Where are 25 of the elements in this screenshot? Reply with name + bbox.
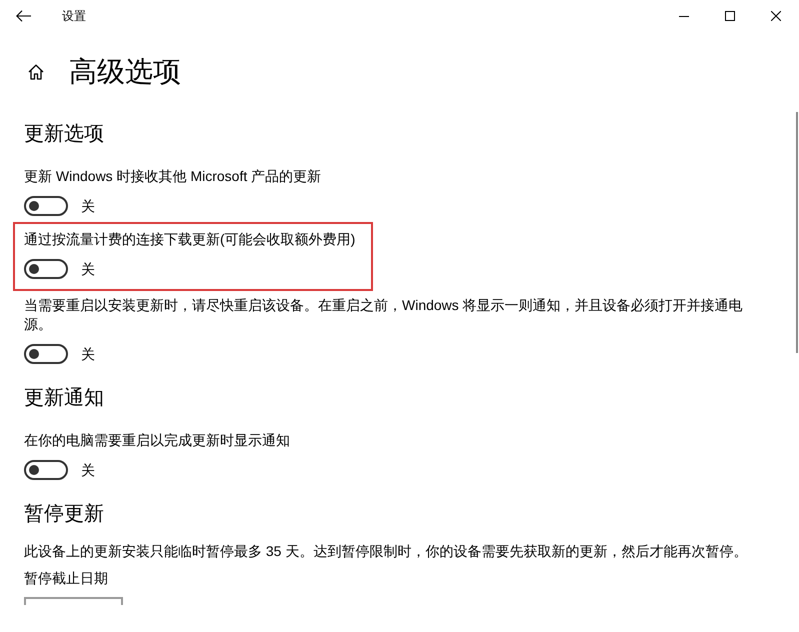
section-title: 更新通知: [24, 386, 104, 411]
description-text: 此设备上的更新安装只能临时暂停最多 35 天。达到暂停限制时，你的设备需要先获取新的更新，然后才能再次暂停。: [24, 542, 748, 561]
section-title: 暂停更新: [24, 502, 104, 527]
toggle-switch[interactable]: [24, 259, 68, 279]
back-icon[interactable]: [16, 10, 30, 22]
option-label: 更新 Windows 时接收其他 Microsoft 产品的更新: [24, 167, 322, 186]
toggle-switch[interactable]: [24, 460, 68, 480]
toggle-state-label: 关: [81, 197, 95, 216]
section-title: 更新选项: [24, 122, 104, 147]
date-dropdown[interactable]: [24, 597, 123, 605]
window-title: 设置: [62, 8, 86, 24]
option-label: 当需要重启以安装更新时，请尽快重启该设备。在重启之前，Windows 将显示一则通知，并且设备必须打开并接通电源。: [24, 296, 744, 334]
toggle-switch[interactable]: [24, 196, 68, 216]
scrollbar-thumb[interactable]: [796, 112, 798, 353]
toggle-state-label: 关: [81, 260, 95, 279]
toggle-switch[interactable]: [24, 344, 68, 364]
toggle-state-label: 关: [81, 345, 95, 364]
close-icon[interactable]: [771, 11, 781, 21]
home-icon[interactable]: [28, 64, 44, 80]
maximize-icon[interactable]: [725, 11, 735, 21]
field-label: 暂停截止日期: [24, 569, 108, 588]
option-label: 通过按流量计费的连接下载更新(可能会收取额外费用): [24, 230, 356, 249]
toggle-state-label: 关: [81, 461, 95, 480]
option-label: 在你的电脑需要重启以完成更新时显示通知: [24, 431, 290, 450]
page-title: 高级选项: [69, 55, 181, 89]
